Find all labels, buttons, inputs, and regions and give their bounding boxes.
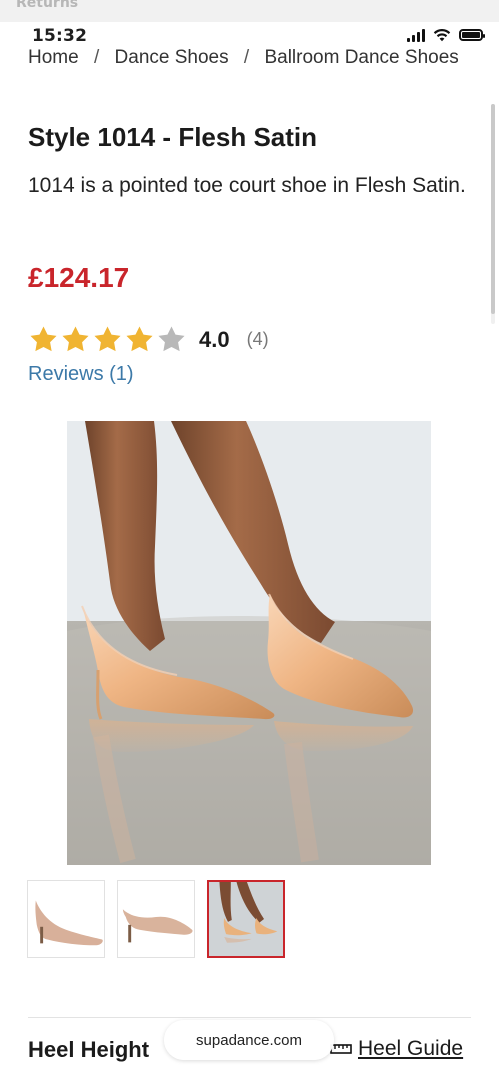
section-divider <box>28 1017 471 1018</box>
status-icons <box>407 28 485 42</box>
heel-height-label: Heel Height <box>28 1037 150 1062</box>
star-icon <box>62 326 89 352</box>
star-icon <box>94 326 121 352</box>
reviews-link[interactable]: Reviews (1) <box>28 363 134 386</box>
url-text: supadance.com <box>196 1031 302 1049</box>
breadcrumb-ballroom-dance-shoes[interactable]: Ballroom Dance Shoes <box>264 47 458 69</box>
rating-value: 4.0 <box>199 326 230 352</box>
thumbnail-1[interactable] <box>27 880 105 958</box>
product-title: Style 1014 - Flesh Satin <box>28 122 318 153</box>
star-rating <box>28 324 187 355</box>
product-image[interactable] <box>67 421 431 865</box>
star-icon <box>126 326 153 352</box>
shoe-thumbnail-icon <box>209 882 283 956</box>
breadcrumb: Home / Dance Shoes / Ballroom Dance Shoe… <box>28 47 499 69</box>
heel-guide-label: Heel Guide <box>358 1037 464 1060</box>
thumbnail-2[interactable] <box>117 880 195 958</box>
breadcrumb-home[interactable]: Home <box>28 47 79 69</box>
rating-count: (4) <box>246 329 269 349</box>
product-description: 1014 is a pointed toe court shoe in Fles… <box>28 174 466 197</box>
heel-guide-link[interactable]: Heel Guide <box>330 1037 463 1061</box>
url-bar[interactable]: supadance.com <box>164 1020 334 1060</box>
product-photo <box>67 421 431 865</box>
product-price: £124.17 <box>28 262 130 293</box>
shoe-thumbnail-icon <box>118 881 194 957</box>
breadcrumb-dance-shoes[interactable]: Dance Shoes <box>115 47 229 69</box>
scrollbar-thumb[interactable] <box>491 104 495 314</box>
rating-row: 4.0 (4) <box>28 324 269 355</box>
top-strip: Returns <box>0 0 499 22</box>
status-bar: 15:32 <box>0 22 499 50</box>
thumbnail-3[interactable] <box>207 880 285 958</box>
returns-text: Returns <box>16 0 79 11</box>
status-time: 15:32 <box>32 26 88 46</box>
star-icon <box>30 326 57 352</box>
signal-icon <box>407 28 425 42</box>
breadcrumb-separator: / <box>243 47 250 68</box>
shoe-thumbnail-icon <box>28 881 104 957</box>
breadcrumb-separator: / <box>93 47 100 68</box>
wifi-icon <box>433 28 451 42</box>
star-icon <box>158 326 185 352</box>
battery-icon <box>459 29 485 41</box>
